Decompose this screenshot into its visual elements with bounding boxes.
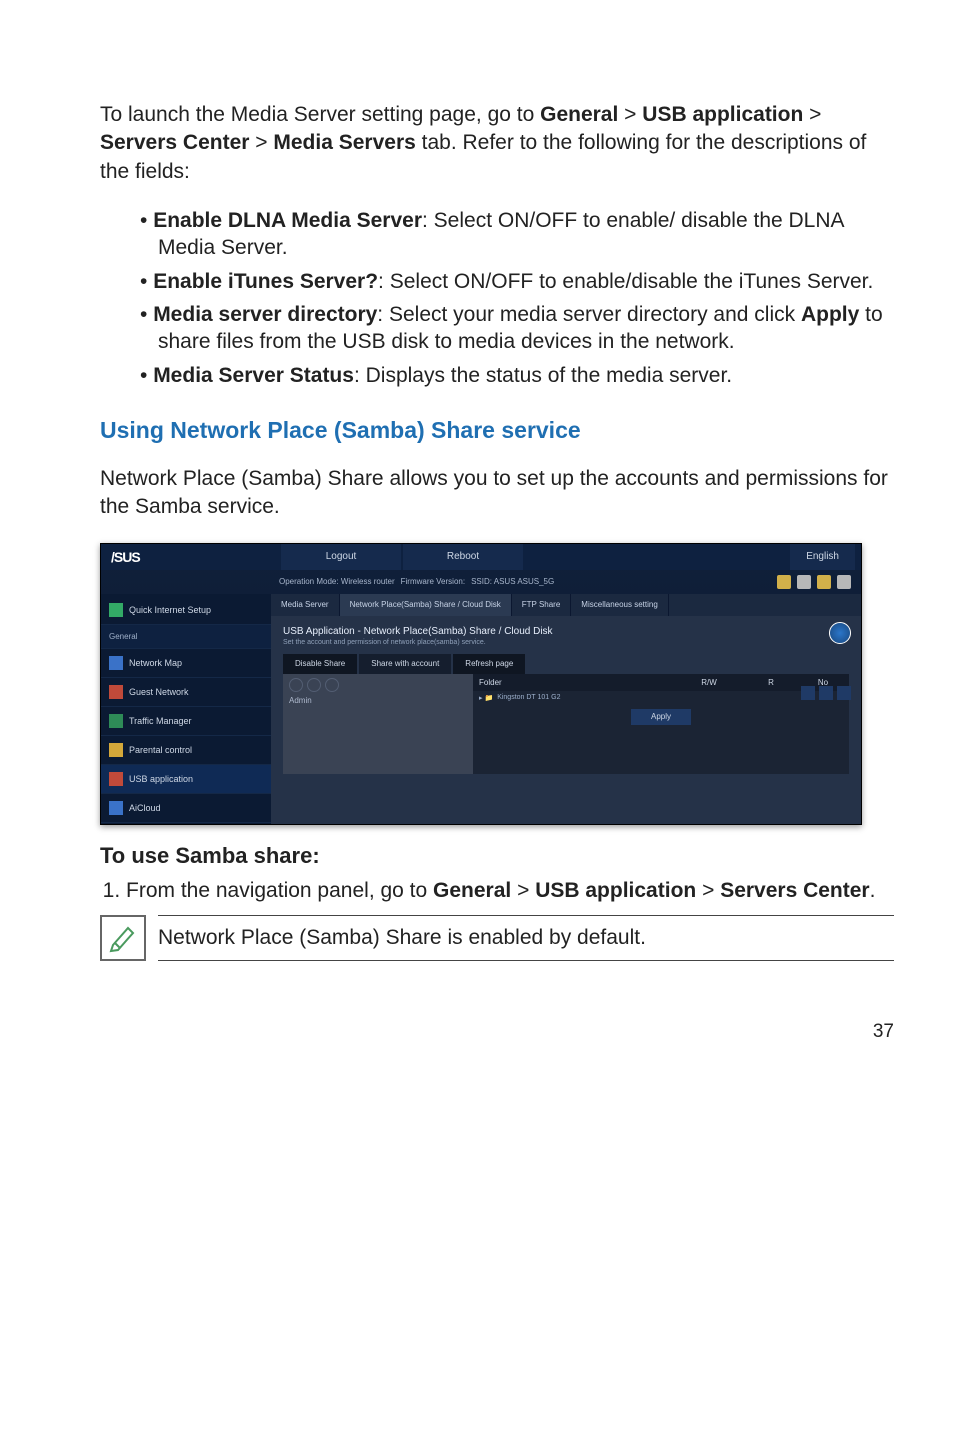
subhead-samba: To use Samba share:	[100, 843, 894, 869]
seg-share-account[interactable]: Share with account	[359, 654, 451, 674]
status-icon	[817, 575, 831, 589]
seg-disable-share[interactable]: Disable Share	[283, 654, 357, 674]
traffic-icon	[109, 714, 123, 728]
status-icon	[797, 575, 811, 589]
reboot-button[interactable]: Reboot	[403, 544, 523, 570]
firmware-version: Firmware Version:	[401, 577, 465, 586]
folder-tree: Admin	[283, 674, 473, 774]
tree-action-icon[interactable]	[307, 678, 321, 692]
router-ui-screenshot: /SUS Logout Reboot English Operation Mod…	[100, 543, 862, 825]
tab-misc[interactable]: Miscellaneous setting	[571, 594, 668, 616]
apply-button[interactable]: Apply	[631, 709, 691, 725]
note-text: Network Place (Samba) Share is enabled b…	[158, 915, 894, 961]
sidebar-item-usb-application[interactable]: USB application	[101, 765, 271, 794]
file-list: Folder R/W R No ▸ 📁 Kingston DT 101 G2 A…	[473, 674, 849, 774]
edit-icon[interactable]	[837, 686, 851, 700]
ssid-label: SSID: ASUS ASUS_5G	[471, 577, 554, 586]
main-panel: Media Server Network Place(Samba) Share …	[271, 594, 861, 824]
intro-prefix: To launch the Media Server setting page,…	[100, 103, 540, 126]
path-media-servers: Media Servers	[273, 131, 415, 154]
sidebar-item-guest-network[interactable]: Guest Network	[101, 678, 271, 707]
note-row: Network Place (Samba) Share is enabled b…	[100, 915, 894, 961]
language-select[interactable]: English	[790, 544, 855, 570]
tree-action-icon[interactable]	[325, 678, 339, 692]
sidebar-item-network-map[interactable]: Network Map	[101, 649, 271, 678]
note-icon	[100, 915, 146, 961]
tree-item-admin[interactable]: Admin	[289, 696, 467, 705]
path-usb-application: USB application	[642, 103, 803, 126]
tab-bar: Media Server Network Place(Samba) Share …	[271, 594, 861, 616]
status-icon	[837, 575, 851, 589]
refresh-icon[interactable]	[829, 622, 851, 644]
col-r: R	[745, 674, 797, 691]
panel-title: USB Application - Network Place(Samba) S…	[283, 626, 849, 637]
sidebar-item-parental-control[interactable]: Parental control	[101, 736, 271, 765]
path-servers-center: Servers Center	[100, 131, 249, 154]
logout-button[interactable]: Logout	[281, 544, 401, 570]
segment-bar: Disable Share Share with account Refresh…	[283, 654, 849, 674]
asus-logo: /SUS	[101, 549, 281, 565]
bullet-media-status: Media Server Status: Displays the status…	[140, 362, 894, 389]
usb-icon	[109, 772, 123, 786]
operation-mode: Operation Mode: Wireless router	[279, 577, 395, 586]
lock-icon	[109, 743, 123, 757]
sidebar-item-qis[interactable]: Quick Internet Setup	[101, 596, 271, 625]
bullet-media-dir: Media server directory: Select your medi…	[140, 301, 894, 356]
info-bar: Operation Mode: Wireless router Firmware…	[101, 570, 861, 594]
tab-ftp-share[interactable]: FTP Share	[512, 594, 572, 616]
guest-icon	[109, 685, 123, 699]
topbar: /SUS Logout Reboot English	[101, 544, 861, 570]
col-rw: R/W	[673, 674, 745, 691]
file-list-header: Folder R/W R No	[473, 674, 849, 691]
file-row[interactable]: ▸ 📁 Kingston DT 101 G2	[473, 691, 849, 705]
tab-media-server[interactable]: Media Server	[271, 594, 340, 616]
sidebar: Quick Internet Setup General Network Map…	[101, 594, 271, 824]
section-body-samba: Network Place (Samba) Share allows you t…	[100, 465, 894, 522]
bullet-dlna: Enable DLNA Media Server: Select ON/OFF …	[140, 207, 894, 262]
tree-action-icon[interactable]	[289, 678, 303, 692]
steps-list: From the navigation panel, go to General…	[100, 877, 894, 905]
seg-refresh-page[interactable]: Refresh page	[453, 654, 525, 674]
tab-samba-share[interactable]: Network Place(Samba) Share / Cloud Disk	[340, 594, 512, 616]
page-number: 37	[100, 1021, 894, 1043]
col-folder: Folder	[473, 674, 673, 691]
step-1: From the navigation panel, go to General…	[126, 877, 894, 905]
path-general: General	[540, 103, 618, 126]
network-icon	[109, 656, 123, 670]
panel-subtitle: Set the account and permission of networ…	[283, 639, 849, 646]
sidebar-section-header: General	[101, 625, 271, 649]
sidebar-item-traffic-manager[interactable]: Traffic Manager	[101, 707, 271, 736]
wand-icon	[109, 603, 123, 617]
sidebar-item-aicloud[interactable]: AiCloud	[101, 794, 271, 823]
bullet-itunes: Enable iTunes Server?: Select ON/OFF to …	[140, 268, 894, 295]
status-icon	[777, 575, 791, 589]
remove-icon[interactable]	[819, 686, 833, 700]
intro-paragraph: To launch the Media Server setting page,…	[100, 101, 894, 186]
section-heading-samba: Using Network Place (Samba) Share servic…	[100, 417, 894, 444]
field-descriptions-list: Enable DLNA Media Server: Select ON/OFF …	[100, 207, 894, 389]
add-icon[interactable]	[801, 686, 815, 700]
cloud-icon	[109, 801, 123, 815]
